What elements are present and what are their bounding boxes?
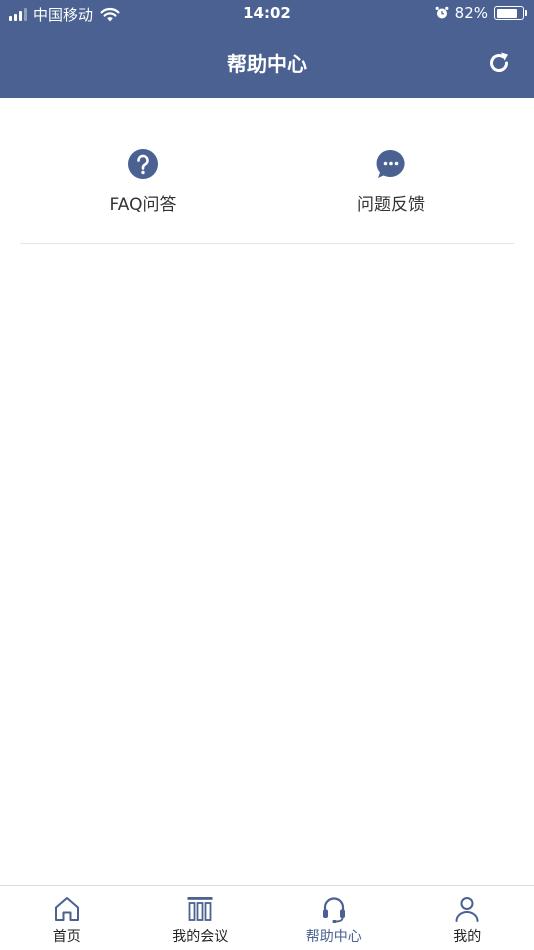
nav-bar: 帮助中心 [0,28,534,98]
bottom-tab-bar: 首页 我的会议 帮助中心 我的 [0,885,534,950]
tab-mine[interactable]: 我的 [401,886,534,950]
help-feature-grid: FAQ问答 问题反馈 [20,98,514,244]
battery-percent: 82% [454,4,488,22]
page-title: 帮助中心 [227,52,307,76]
tab-help-center[interactable]: 帮助中心 [267,886,401,950]
tab-home[interactable]: 首页 [0,886,134,950]
headset-icon [322,897,345,923]
refresh-icon[interactable] [486,50,512,76]
battery-level-fill [496,8,517,18]
battery-icon [494,6,527,20]
faq-button[interactable]: FAQ问答 [43,148,243,215]
feedback-button[interactable]: 问题反馈 [291,148,491,215]
tab-my-meetings[interactable]: 我的会议 [134,886,268,950]
feedback-label: 问题反馈 [357,195,425,215]
chat-bubble-icon [376,149,405,178]
alarm-clock-icon [435,6,449,19]
top-bar: 中国移动 14:02 82% 帮助中心 [0,0,534,98]
meeting-columns-icon [187,897,213,921]
faq-label: FAQ问答 [109,195,177,215]
tab-help-center-label: 帮助中心 [305,929,362,945]
person-icon [455,897,479,922]
question-circle-icon [128,149,158,179]
tab-my-meetings-label: 我的会议 [172,929,229,945]
tab-mine-label: 我的 [453,929,482,945]
help-center-screen: 中国移动 14:02 82% 帮助中心 FAQ问答 问题反馈 首页 我的会议 帮… [0,0,534,950]
home-icon [54,897,79,921]
status-bar: 中国移动 14:02 82% [0,0,534,28]
tab-home-label: 首页 [52,929,81,945]
